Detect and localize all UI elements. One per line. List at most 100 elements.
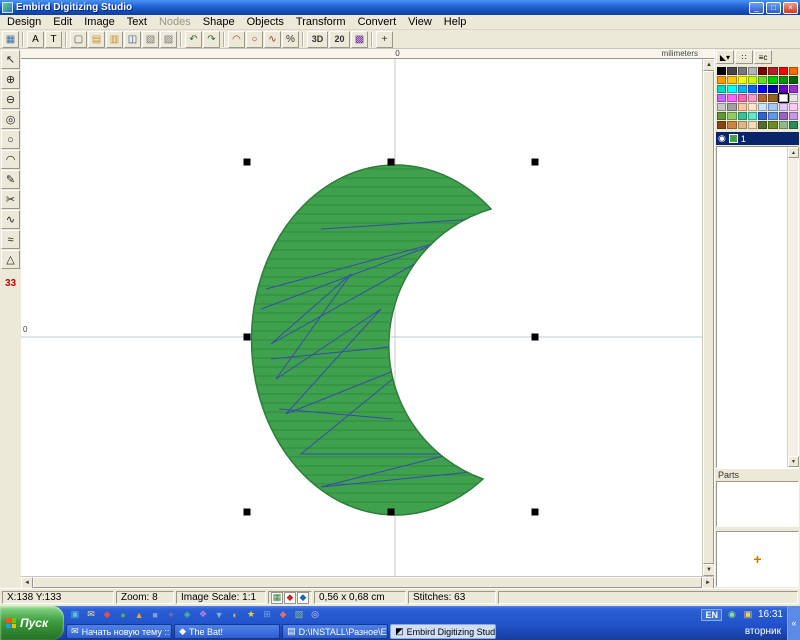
color-list-button[interactable]: ≡c [754,50,772,64]
color-swatch[interactable] [789,112,798,120]
color-swatch[interactable] [779,94,788,102]
color-swatch[interactable] [768,103,777,111]
color-swatch[interactable] [789,76,798,84]
clock[interactable]: 16:31 [758,609,783,620]
select-tool[interactable]: ↖ [1,50,20,69]
knife-tool[interactable]: ✂ [1,190,20,209]
color-swatch[interactable] [748,103,757,111]
task-button[interactable]: ▤D:\INSTALL\Разное\Embird [282,624,388,639]
color-swatch[interactable] [779,103,788,111]
menu-item-transform[interactable]: Transform [290,16,352,28]
quick-launch-icon[interactable]: ◐ [228,608,242,622]
menu-item-shape[interactable]: Shape [197,16,241,28]
zoom-in-tool[interactable]: ⊕ [1,70,20,89]
menu-item-edit[interactable]: Edit [47,16,78,28]
quick-launch-icon[interactable]: ⊞ [260,608,274,622]
color-swatch[interactable] [758,94,767,102]
menu-item-nodes[interactable]: Nodes [153,16,197,28]
color-swatch[interactable] [748,112,757,120]
color-swatch[interactable] [748,85,757,93]
selection-handle[interactable] [388,159,395,166]
text-tool-button[interactable]: T [45,31,62,48]
curve-tool[interactable]: ≈ [1,230,20,249]
color-swatch[interactable] [758,85,767,93]
stitch-toggle-icon[interactable]: ◆ [284,592,296,604]
grid-toggle-icon[interactable]: ▦ [271,592,283,604]
open-design-button[interactable]: ▤ [88,31,105,48]
color-swatch[interactable] [779,85,788,93]
selection-handle[interactable] [244,509,251,516]
color-swatch[interactable] [789,121,798,129]
info-toggle-icon[interactable]: ◆ [297,592,309,604]
stitch-dots-button[interactable]: ∷ [735,50,753,64]
view-3d-button[interactable]: 3D [307,31,328,48]
selection-handle[interactable] [388,509,395,516]
vertical-scrollbar[interactable]: ▲ ▼ [702,59,714,576]
color-swatch[interactable] [727,121,736,129]
menu-item-objects[interactable]: Objects [241,16,290,28]
color-swatch[interactable] [717,76,726,84]
menu-item-text[interactable]: Text [121,16,153,28]
language-indicator[interactable]: EN [701,609,722,621]
color-swatch[interactable] [738,85,747,93]
import-image-button[interactable]: ▥ [106,31,123,48]
quick-launch-icon[interactable]: ● [116,608,130,622]
color-swatch[interactable] [758,103,767,111]
circle-shape-button[interactable]: ○ [246,31,263,48]
color-swatch[interactable] [779,112,788,120]
minimize-button[interactable]: _ [749,2,764,14]
wave-shape-button[interactable]: ∿ [264,31,281,48]
horizontal-scroll-thumb[interactable] [33,577,702,588]
view-20-button[interactable]: 20 [329,31,350,48]
design-drawing[interactable] [21,59,702,576]
print-design-button[interactable]: ▨ [160,31,177,48]
selection-handle[interactable] [244,159,251,166]
color-swatch[interactable] [748,121,757,129]
node-tool[interactable]: △ [1,250,20,269]
menu-item-view[interactable]: View [402,16,438,28]
color-swatch[interactable] [738,67,747,75]
selection-handle[interactable] [244,334,251,341]
color-swatch[interactable] [748,67,757,75]
color-swatch[interactable] [779,76,788,84]
color-swatch[interactable] [768,94,777,102]
quick-launch-icon[interactable]: ◆ [100,608,114,622]
arc-tool[interactable]: ◠ [1,150,20,169]
object-list[interactable]: ▲ ▼ [716,146,799,468]
list-scroll-up-button[interactable]: ▲ [788,147,799,158]
undo-button[interactable]: ↶ [185,31,202,48]
pen-tool[interactable]: ✎ [1,170,20,189]
scale-percent-button[interactable]: % [282,31,299,48]
new-design-button[interactable]: ▢ [70,31,87,48]
design-canvas[interactable]: 0 [21,59,702,576]
tray-icon[interactable]: ◉ [725,608,739,622]
menu-item-help[interactable]: Help [438,16,473,28]
quick-launch-icon[interactable]: ■ [148,608,162,622]
color-swatch[interactable] [748,76,757,84]
lettering-button[interactable]: A [27,31,44,48]
close-button[interactable]: × [783,2,798,14]
zoom-out-tool[interactable]: ⊖ [1,90,20,109]
color-swatch[interactable] [738,76,747,84]
design-grid-button[interactable]: ▦ [2,31,19,48]
save-design-button[interactable]: ◫ [124,31,141,48]
quick-launch-icon[interactable]: ◈ [180,608,194,622]
layer-visibility-icon[interactable]: ◉ [718,133,726,144]
menu-item-design[interactable]: Design [1,16,47,28]
quick-launch-icon[interactable]: + [164,608,178,622]
color-swatch[interactable] [768,85,777,93]
color-swatch[interactable] [717,67,726,75]
parts-list[interactable] [716,481,799,527]
color-swatch[interactable] [789,94,798,102]
color-swatch[interactable] [758,76,767,84]
color-swatch[interactable] [768,67,777,75]
vertical-scroll-thumb[interactable] [703,71,714,564]
maximize-button[interactable]: □ [766,2,781,14]
color-swatch[interactable] [789,85,798,93]
color-swatch[interactable] [758,112,767,120]
selection-handle[interactable] [532,159,539,166]
quick-launch-icon[interactable]: ▣ [68,608,82,622]
selection-handle[interactable] [532,509,539,516]
color-swatch[interactable] [738,94,747,102]
export-design-button[interactable]: ▧ [142,31,159,48]
